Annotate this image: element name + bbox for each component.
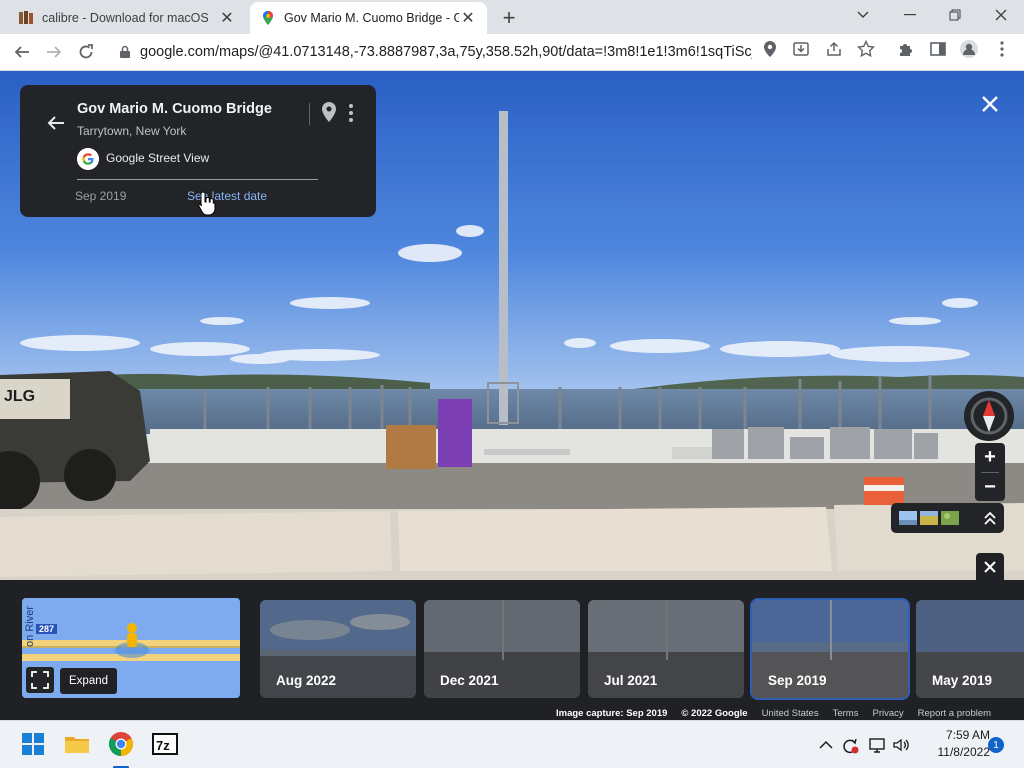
- network-display-icon[interactable]: [867, 735, 887, 755]
- file-explorer-icon[interactable]: [63, 730, 91, 758]
- capture-date: Sep 2019: [75, 189, 127, 203]
- tab-calibre[interactable]: calibre - Download for macOS ✕: [8, 2, 246, 34]
- url-text: google.com/maps/@41.0713148,-73.8887987,…: [140, 44, 752, 60]
- tab-google-maps[interactable]: Gov Mario M. Cuomo Bridge - Goo ✕: [250, 2, 487, 34]
- thumbnail-date: Aug 2022: [276, 673, 337, 688]
- close-tab-icon[interactable]: ✕: [218, 9, 236, 27]
- zoom-out-icon[interactable]: −: [975, 473, 1005, 501]
- report-problem-link[interactable]: Report a problem: [918, 708, 991, 720]
- place-subtitle: Tarrytown, New York: [77, 124, 187, 138]
- zoom-in-icon[interactable]: +: [975, 443, 1005, 471]
- privacy-link[interactable]: Privacy: [872, 708, 903, 720]
- chevron-up-icon[interactable]: [816, 735, 836, 755]
- more-vert-icon[interactable]: [992, 39, 1012, 59]
- svg-text:JLG: JLG: [4, 388, 35, 405]
- country-link[interactable]: United States: [762, 708, 819, 720]
- sky-thumbnail-icon: [899, 511, 917, 525]
- calibre-icon: [19, 11, 33, 24]
- header-divider: [309, 103, 310, 125]
- close-timeline-icon[interactable]: [976, 553, 1004, 581]
- thumbnail-date: Sep 2019: [768, 673, 827, 688]
- clock-time: 7:59 AM: [945, 728, 990, 742]
- highway-shield: 287: [36, 624, 58, 634]
- expand-tooltip: Expand: [60, 668, 118, 694]
- forward-arrow-icon[interactable]: [40, 38, 68, 66]
- back-arrow-icon[interactable]: [46, 113, 66, 133]
- thumbnail-date: Jul 2021: [604, 673, 658, 688]
- hand-cursor-icon: [198, 191, 216, 216]
- extensions-puzzle-icon[interactable]: [896, 39, 916, 59]
- map-pin-icon[interactable]: [320, 101, 338, 123]
- windows-start-icon[interactable]: [19, 730, 47, 758]
- grass-thumbnail-icon: [941, 511, 959, 525]
- profile-avatar-icon[interactable]: [959, 39, 979, 59]
- timeline-thumbnail[interactable]: Aug 2022: [260, 600, 416, 698]
- timeline-thumbnail[interactable]: Dec 2021: [424, 600, 580, 698]
- zoom-controls: + −: [975, 443, 1005, 501]
- close-tab-icon[interactable]: ✕: [459, 9, 477, 27]
- copyright-label: © 2022 Google: [681, 708, 748, 719]
- close-street-view-icon[interactable]: [978, 92, 1002, 116]
- terms-link[interactable]: Terms: [833, 708, 859, 720]
- reload-icon[interactable]: [72, 38, 100, 66]
- thumbnail-date: Dec 2021: [440, 673, 499, 688]
- more-vert-icon[interactable]: [345, 103, 357, 123]
- thumbnail-date: May 2019: [932, 673, 993, 688]
- tab-title: Gov Mario M. Cuomo Bridge - Goo: [284, 11, 459, 25]
- 7zip-icon[interactable]: 7z: [151, 730, 179, 758]
- speaker-volume-icon[interactable]: [891, 735, 911, 755]
- location-pin-icon[interactable]: [760, 39, 780, 59]
- system-clock[interactable]: 7:59 AM 11/8/2022: [912, 727, 991, 761]
- street-view-viewer[interactable]: JLG Gov Mario M. Cuomo Bridge Tarrytown,…: [0, 71, 1024, 720]
- image-capture-label: Image capture: Sep 2019: [556, 708, 668, 719]
- timeline-thumbnail[interactable]: May 2019: [916, 600, 1024, 698]
- tab-title: calibre - Download for macOS: [42, 11, 209, 25]
- compass-icon[interactable]: [964, 391, 1014, 441]
- chrome-icon[interactable]: [107, 730, 135, 758]
- layers-toggle[interactable]: [891, 503, 1004, 533]
- field-thumbnail-icon: [920, 511, 938, 525]
- place-title: Gov Mario M. Cuomo Bridge: [77, 101, 272, 117]
- chevron-up-double-icon[interactable]: [981, 509, 999, 527]
- timeline-thumbnail-selected[interactable]: Sep 2019: [750, 598, 910, 700]
- sync-icon[interactable]: [840, 735, 860, 755]
- windows-taskbar: 7z 7:59 AM 11/8/2022 1: [0, 720, 1024, 768]
- new-tab-button[interactable]: +: [497, 5, 521, 30]
- share-icon[interactable]: [824, 39, 844, 59]
- tab-strip: calibre - Download for macOS ✕ Gov Mario…: [0, 0, 1024, 34]
- browser-toolbar: google.com/maps/@41.0713148,-73.8887987,…: [0, 34, 1024, 71]
- close-window-icon[interactable]: [986, 4, 1016, 26]
- clock-date: 11/8/2022: [937, 745, 991, 759]
- google-logo-icon: [77, 148, 99, 170]
- bookmark-star-icon[interactable]: [856, 39, 876, 59]
- minimap-graphic: [22, 598, 240, 698]
- fullscreen-expand-icon[interactable]: [26, 667, 54, 693]
- google-maps-pin-icon: [263, 11, 273, 25]
- back-arrow-icon[interactable]: [8, 38, 36, 66]
- minimap[interactable]: on River 287: [22, 598, 240, 698]
- restore-icon[interactable]: [940, 4, 970, 26]
- notification-badge[interactable]: 1: [988, 737, 1004, 753]
- minimize-icon[interactable]: [895, 4, 925, 26]
- install-app-icon[interactable]: [791, 39, 811, 59]
- timeline-thumbnail[interactable]: Jul 2021: [588, 600, 744, 698]
- card-divider: [77, 179, 318, 180]
- side-panel-icon[interactable]: [928, 39, 948, 59]
- svg-text:7z: 7z: [156, 738, 170, 753]
- chevron-down-icon[interactable]: [848, 4, 878, 26]
- map-footer: Image capture: Sep 2019 © 2022 Google Un…: [556, 708, 1006, 720]
- lock-icon: [120, 45, 130, 58]
- provider-label: Google Street View: [106, 151, 210, 165]
- minimap-road-label: on River: [24, 606, 36, 647]
